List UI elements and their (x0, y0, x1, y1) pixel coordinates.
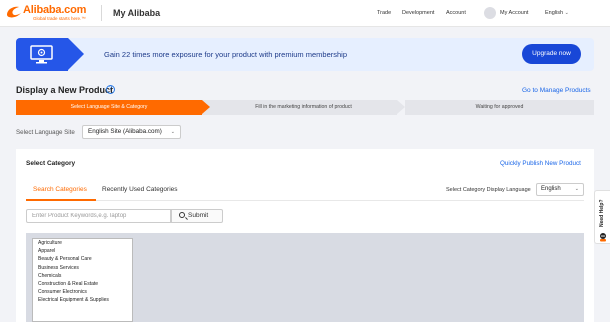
nav-account[interactable]: Account (446, 10, 466, 16)
list-item[interactable]: Beauty & Personal Care (33, 255, 132, 263)
tab-recent-categories[interactable]: Recently Used Categories (102, 186, 178, 193)
header-divider (101, 5, 102, 21)
list-item[interactable]: Electrical Equipment & Supplies (33, 296, 132, 304)
tab-search-categories[interactable]: Search Categories (33, 186, 87, 193)
search-icon (179, 212, 185, 218)
my-account-link[interactable]: My Account (500, 10, 528, 16)
display-language-label: Select Category Display Language (446, 187, 531, 193)
manage-products-link[interactable]: Go to Manage Products (522, 87, 591, 94)
submit-button[interactable]: Submit (171, 209, 223, 223)
progress-steps: Select Language Site & Category Fill in … (16, 100, 594, 115)
list-item[interactable]: Apparel (33, 247, 132, 255)
nav-trade[interactable]: Trade (377, 10, 391, 16)
banner-arrow (68, 38, 84, 70)
submit-label: Submit (188, 212, 209, 219)
active-tab-indicator (26, 199, 96, 201)
language-label: English (545, 10, 564, 16)
category-panel: Select Category Quickly Publish New Prod… (16, 149, 594, 322)
step-1-current: Select Language Site & Category (16, 100, 202, 115)
top-header: Alibaba.com Global trade starts here.™ M… (0, 0, 610, 27)
keyword-search-input[interactable] (26, 209, 171, 223)
alibaba-logo-icon (7, 6, 21, 18)
quick-publish-link[interactable]: Quickly Publish New Product (500, 160, 581, 167)
banner-icon-box (16, 38, 68, 71)
list-item[interactable]: Consumer Electronics (33, 288, 132, 296)
list-item[interactable]: Construction & Real Estate (33, 280, 132, 288)
display-language-value: English (541, 186, 561, 192)
category-browser: Agriculture Apparel Beauty & Personal Ca… (26, 233, 584, 322)
logo-tagline: Global trade starts here.™ (33, 16, 86, 21)
language-site-label: Select Language Site (16, 129, 75, 136)
upgrade-now-button[interactable]: Upgrade now (522, 44, 581, 64)
step-2-arrow (397, 100, 405, 114)
need-help-label: Need Help? (599, 199, 605, 227)
step-2: Fill in the marketing information of pro… (210, 100, 397, 115)
help-icon[interactable]: ? (106, 85, 115, 94)
category-title: Select Category (26, 160, 76, 167)
language-selector[interactable]: English ⌄ (545, 10, 569, 16)
step-3: Waiting for approved (405, 100, 594, 115)
avatar[interactable] (484, 7, 496, 19)
assistant-icon (600, 233, 606, 242)
display-language-select[interactable]: English ⌄ (536, 183, 584, 196)
nav-development[interactable]: Development (402, 10, 434, 16)
page-title: Display a New Product (16, 85, 114, 95)
monitor-icon (30, 45, 53, 64)
chevron-down-icon: ⌄ (574, 186, 579, 192)
chevron-down-icon: ⌄ (564, 10, 569, 16)
premium-banner: Gain 22 times more exposure for your pro… (16, 38, 594, 71)
need-help-tab[interactable]: Need Help? (594, 190, 610, 244)
banner-text: Gain 22 times more exposure for your pro… (104, 50, 348, 59)
list-item[interactable]: Business Services (33, 264, 132, 272)
step-1-arrow (202, 100, 210, 114)
tab-divider (26, 200, 584, 201)
language-site-select[interactable]: English Site (Alibaba.com) ⌄ (82, 125, 181, 139)
list-item[interactable]: Chemicals (33, 272, 132, 280)
language-site-value: English Site (Alibaba.com) (88, 128, 162, 135)
category-list[interactable]: Agriculture Apparel Beauty & Personal Ca… (32, 238, 133, 322)
header-title: My Alibaba (113, 8, 161, 18)
logo-wordmark: Alibaba.com (23, 4, 87, 16)
chevron-down-icon: ⌄ (170, 129, 175, 135)
list-item[interactable]: Agriculture (33, 239, 132, 247)
alibaba-logo[interactable]: Alibaba.com Global trade starts here.™ (5, 4, 95, 24)
